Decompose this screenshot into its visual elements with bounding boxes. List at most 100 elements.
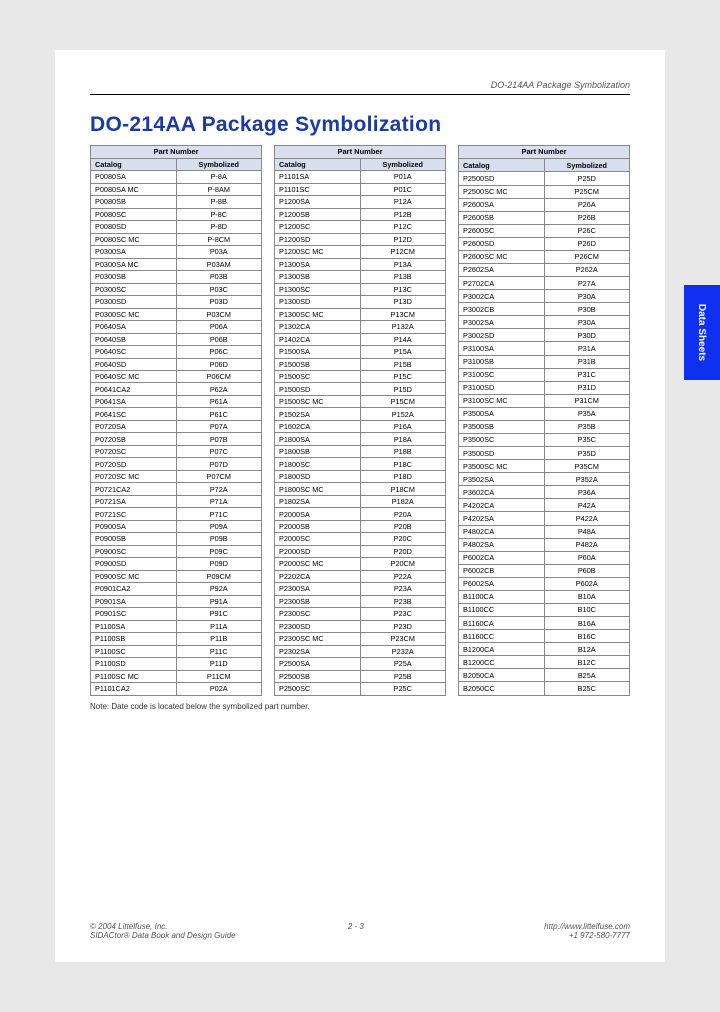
table-row: B1100CCB10C [459, 604, 630, 617]
cell-symbolized: P15B [360, 358, 446, 370]
cell-symbolized: P11CM [176, 670, 262, 682]
cell-catalog: P2600SA [459, 198, 545, 211]
cell-symbolized: B10A [544, 590, 630, 603]
cell-catalog: P2500SC [275, 683, 361, 695]
table-row: P0300SCP03C [91, 283, 262, 295]
table-row: P1800SAP18A [275, 433, 446, 445]
cell-symbolized: P27A [544, 277, 630, 290]
cell-catalog: P3100SA [459, 342, 545, 355]
table-row: P3100SC MCP31CM [459, 394, 630, 407]
cell-symbolized: P30A [544, 316, 630, 329]
cell-symbolized: P25CM [544, 185, 630, 198]
cell-catalog: P0300SB [91, 271, 177, 283]
cell-symbolized: P07C [176, 445, 262, 457]
table-row: P2500SAP25A [275, 658, 446, 670]
cell-symbolized: P31C [544, 368, 630, 381]
table-row: B1200CCB12C [459, 656, 630, 669]
page: DO-214AA Package Symbolization DO-214AA … [55, 50, 665, 962]
cell-catalog: P0080SC MC [91, 233, 177, 245]
cell-symbolized: P26A [544, 198, 630, 211]
cell-catalog: P4202SA [459, 512, 545, 525]
cell-catalog: P2500SA [275, 658, 361, 670]
cell-catalog: P2000SC MC [275, 558, 361, 570]
cell-symbolized: P13CM [360, 308, 446, 320]
table-row: P2600SCP26C [459, 224, 630, 237]
table-row: P1101SAP01A [275, 171, 446, 183]
cell-symbolized: B16A [544, 617, 630, 630]
cell-catalog: P3002SA [459, 316, 545, 329]
cell-symbolized: P18A [360, 433, 446, 445]
cell-symbolized: P30A [544, 290, 630, 303]
table-row: P1100SC MCP11CM [91, 670, 262, 682]
table-row: P3002SDP30D [459, 329, 630, 342]
cell-symbolized: P-8AM [176, 183, 262, 195]
cell-catalog: P3502SA [459, 473, 545, 486]
cell-catalog: P1500SA [275, 346, 361, 358]
footnote: Note: Date code is located below the sym… [90, 702, 630, 711]
table-row: P2300SBP23B [275, 595, 446, 607]
table-row: P2702CAP27A [459, 277, 630, 290]
table-row: P0641SCP61C [91, 408, 262, 420]
table-row: P2500SDP25D [459, 172, 630, 185]
cell-catalog: P1200SA [275, 196, 361, 208]
cell-catalog: P2300SC MC [275, 633, 361, 645]
table-row: P0900SDP09D [91, 558, 262, 570]
cell-symbolized: P48A [544, 525, 630, 538]
cell-catalog: P0721CA2 [91, 483, 177, 495]
cell-catalog: P2500SB [275, 670, 361, 682]
cell-catalog: P0300SA MC [91, 258, 177, 270]
table-row: P0901SAP91A [91, 595, 262, 607]
cell-catalog: P3500SB [459, 420, 545, 433]
cell-catalog: P0300SA [91, 246, 177, 258]
cell-symbolized: P09B [176, 533, 262, 545]
table-row: P1500SDP15D [275, 383, 446, 395]
table-row: P3500SC MCP35CM [459, 460, 630, 473]
cell-catalog: P0901CA2 [91, 583, 177, 595]
table-row: P0901SCP91C [91, 608, 262, 620]
table-row: P1500SAP15A [275, 346, 446, 358]
table-row: P1800SBP18B [275, 445, 446, 457]
table-row: P3100SAP31A [459, 342, 630, 355]
cell-symbolized: P18D [360, 470, 446, 482]
cell-symbolized: P12A [360, 196, 446, 208]
cell-catalog: P0720SB [91, 433, 177, 445]
table-row: P1800SDP18D [275, 470, 446, 482]
table-row: P1100SBP11B [91, 633, 262, 645]
cell-symbolized: P31CM [544, 394, 630, 407]
col-catalog: Catalog [91, 158, 177, 170]
table-row: P0900SAP09A [91, 520, 262, 532]
cell-catalog: P3500SD [459, 447, 545, 460]
cell-catalog: P1200SB [275, 208, 361, 220]
header-section-label: DO-214AA Package Symbolization [90, 80, 630, 90]
table-row: P2300SDP23D [275, 620, 446, 632]
table-row: P1300SBP13B [275, 271, 446, 283]
header-rule [90, 94, 630, 95]
cell-catalog: P1500SC MC [275, 395, 361, 407]
cell-catalog: P0720SC [91, 445, 177, 457]
cell-symbolized: P01C [360, 183, 446, 195]
cell-symbolized: P13D [360, 296, 446, 308]
table-row: P3100SBP31B [459, 355, 630, 368]
cell-symbolized: P61C [176, 408, 262, 420]
cell-symbolized: P12D [360, 233, 446, 245]
table-row: P1100SAP11A [91, 620, 262, 632]
cell-symbolized: P25A [360, 658, 446, 670]
cell-symbolized: P03AM [176, 258, 262, 270]
cell-catalog: P1800SC [275, 458, 361, 470]
cell-catalog: P0300SC MC [91, 308, 177, 320]
side-tab-data-sheets[interactable]: Data Sheets [684, 285, 720, 380]
table-row: P0640SCP06C [91, 346, 262, 358]
cell-catalog: B1200CA [459, 643, 545, 656]
table-row: P2500SC MCP25CM [459, 185, 630, 198]
table-row: P1200SC MCP12CM [275, 246, 446, 258]
table-header-group: Part Number [91, 146, 262, 159]
cell-catalog: P4202CA [459, 499, 545, 512]
table-row: P2600SBP26B [459, 211, 630, 224]
cell-symbolized: P26B [544, 211, 630, 224]
table-row: P2300SC MCP23CM [275, 633, 446, 645]
table-row: P4202SAP422A [459, 512, 630, 525]
cell-catalog: P6002SA [459, 577, 545, 590]
cell-catalog: B1200CC [459, 656, 545, 669]
table-row: P0640SDP06D [91, 358, 262, 370]
cell-symbolized: P20B [360, 520, 446, 532]
